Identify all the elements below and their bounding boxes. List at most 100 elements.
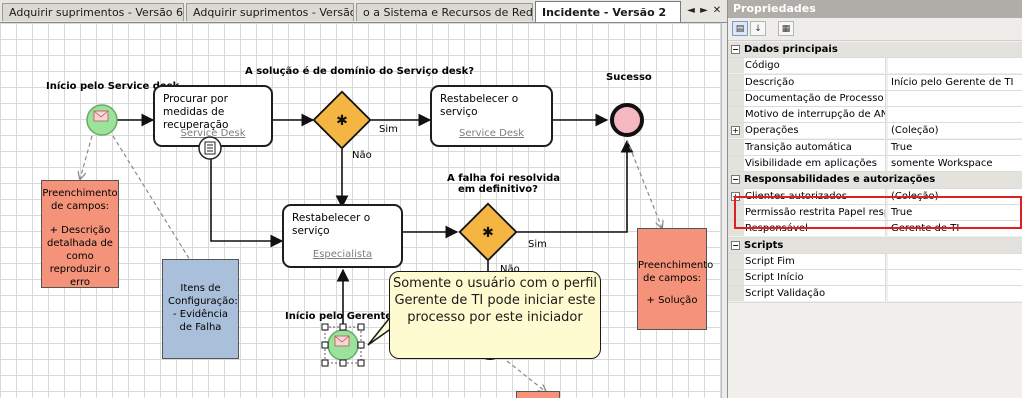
property-value[interactable]: True bbox=[888, 139, 1022, 155]
property-row[interactable]: Código bbox=[728, 58, 1022, 75]
property-name: Motivo de interrupção de ANS bbox=[744, 107, 886, 123]
property-row[interactable]: Motivo de interrupção de ANS bbox=[728, 107, 1022, 124]
note-partial[interactable] bbox=[516, 391, 560, 398]
note-preenchimento-descricao[interactable]: Preenchimento de campos: + Descrição det… bbox=[41, 180, 119, 288]
property-name: Descrição bbox=[744, 74, 886, 90]
note-body: Itens de Configuração: - Evidência de Fa… bbox=[168, 283, 238, 333]
diagram-canvas[interactable]: ✱ ✱ Início pelo Service desk A solução é… bbox=[0, 23, 721, 398]
property-value[interactable] bbox=[888, 286, 1022, 302]
property-name: Script Fim bbox=[744, 253, 886, 269]
document-tab-bar: Adquirir suprimentos - Versão 6 Adquirir… bbox=[0, 0, 727, 23]
task-restabelecer-service-desk[interactable]: Restabelecer o serviço Service Desk bbox=[430, 85, 553, 147]
tab-incidente-v2[interactable]: Incidente - Versão 2 bbox=[535, 1, 681, 22]
tab-adquirir-suprimentos-v6[interactable]: Adquirir suprimentos - Versão 6 bbox=[2, 3, 184, 21]
task-restabelecer-especialista[interactable]: Restabelecer o serviço Especialista bbox=[282, 204, 403, 268]
property-value[interactable]: Início pelo Gerente de TI bbox=[888, 74, 1022, 90]
tooltip-text: Somente o usuário com o perfil Gerente d… bbox=[392, 276, 598, 325]
gateway-2-label-line1: A falha foi resolvida bbox=[447, 173, 561, 184]
row-gutter bbox=[728, 270, 744, 286]
category-label: Scripts bbox=[744, 239, 784, 251]
alphabetical-icon[interactable]: ↓ bbox=[750, 21, 766, 36]
property-row[interactable]: Documentação de Processo bbox=[728, 90, 1022, 108]
gateway-dominio-service-desk[interactable]: ✱ bbox=[312, 90, 372, 150]
association-end2-note[interactable] bbox=[506, 360, 546, 392]
note-title: Preenchimento de campos: bbox=[42, 188, 118, 212]
flow-label-sim: Sim bbox=[528, 239, 547, 250]
tab-label: Incidente - Versão 2 bbox=[542, 6, 667, 19]
row-gutter bbox=[728, 156, 744, 172]
category-0[interactable]: − Dados principais bbox=[728, 42, 1022, 59]
association-end-note[interactable] bbox=[626, 139, 662, 228]
category-label: Responsabilidades e autorizações bbox=[744, 174, 936, 186]
gateway-star-icon: ✱ bbox=[336, 113, 348, 129]
property-pages-icon[interactable]: ▦ bbox=[778, 21, 794, 36]
category-1[interactable]: − Responsabilidades e autorizações bbox=[728, 172, 1022, 189]
task-title: Restabelecer o serviço bbox=[292, 212, 371, 237]
property-row[interactable]: Script Início bbox=[728, 270, 1022, 287]
row-gutter bbox=[728, 74, 744, 90]
row-gutter bbox=[728, 253, 744, 269]
flow-label-sim: Sim bbox=[379, 124, 398, 135]
panel-title: Propriedades bbox=[728, 0, 1022, 18]
association-start1-config[interactable] bbox=[112, 135, 191, 261]
note-preenchimento-solucao[interactable]: Preenchimento de campos: + Solução bbox=[637, 228, 714, 330]
note-body: + Solução bbox=[646, 295, 698, 306]
property-name: Transição automática bbox=[744, 139, 886, 155]
collapse-icon[interactable]: − bbox=[731, 175, 740, 185]
property-value[interactable] bbox=[888, 270, 1022, 286]
task-title: Procurar por medidas de recuperação bbox=[163, 93, 229, 131]
property-row[interactable]: Script Validação bbox=[728, 286, 1022, 303]
property-name: Documentação de Processo bbox=[744, 90, 886, 106]
property-value[interactable] bbox=[888, 90, 1022, 106]
tab-scroll-left-icon[interactable]: ◄ bbox=[684, 4, 698, 18]
property-value[interactable] bbox=[888, 253, 1022, 269]
end-event-label: Sucesso bbox=[606, 72, 652, 83]
task-role: Especialista bbox=[312, 249, 373, 260]
collapse-icon[interactable]: − bbox=[731, 45, 740, 54]
property-row[interactable]: Transição automática True bbox=[728, 139, 1022, 157]
task-role: Service Desk bbox=[459, 128, 524, 139]
property-row[interactable]: Visibilidade em aplicações somente Worksp… bbox=[728, 156, 1022, 173]
flow-task1-to-task3[interactable] bbox=[210, 159, 284, 248]
expand-icon[interactable]: + bbox=[731, 126, 740, 136]
close-tab-icon[interactable]: ✕ bbox=[710, 4, 724, 18]
tab-label: Adquirir suprimentos - Versão 5 bbox=[193, 6, 354, 19]
tooltip-callout: Somente o usuário com o perfil Gerente d… bbox=[389, 271, 601, 359]
row-gutter bbox=[728, 90, 744, 106]
tab-scroll-right-icon[interactable]: ► bbox=[697, 4, 711, 18]
gateway-falha-resolvida[interactable]: ✱ bbox=[458, 202, 518, 262]
categorized-icon[interactable]: ▤ bbox=[732, 21, 748, 36]
process-modeler-window: Adquirir suprimentos - Versão 6 Adquirir… bbox=[0, 0, 1022, 398]
property-value[interactable] bbox=[888, 58, 1022, 74]
property-name: Script Início bbox=[744, 270, 886, 286]
row-gutter bbox=[728, 107, 744, 123]
gateway-2-label-line2: em definitivo? bbox=[458, 184, 538, 195]
property-value[interactable]: somente Workspace bbox=[888, 156, 1022, 172]
end-event-sucesso[interactable] bbox=[610, 103, 644, 137]
tab-sistema-recursos-rede[interactable]: o a Sistema e Recursos de Rede - Ver bbox=[356, 3, 533, 21]
collapse-icon[interactable]: − bbox=[731, 240, 740, 250]
note-body: + Descrição detalhada de como reproduzir… bbox=[47, 225, 113, 288]
property-row[interactable]: Descrição Início pelo Gerente de TI bbox=[728, 74, 1022, 91]
gateway-1-label: A solução é de domínio do Serviço desk? bbox=[245, 66, 475, 77]
category-label: Dados principais bbox=[744, 44, 838, 55]
property-name: Código bbox=[744, 58, 886, 74]
property-row[interactable]: Script Fim bbox=[728, 253, 1022, 271]
association-start1-note[interactable] bbox=[80, 135, 93, 179]
note-itens-configuracao[interactable]: Itens de Configuração: - Evidência de Fa… bbox=[162, 259, 239, 359]
row-gutter bbox=[728, 286, 744, 302]
panel-toolbar: ▤ ↓ ▦ bbox=[728, 18, 1022, 41]
property-name: Operações bbox=[744, 123, 886, 139]
task-title: Restabelecer o serviço bbox=[440, 93, 519, 118]
tab-label: Adquirir suprimentos - Versão 6 bbox=[9, 6, 184, 19]
tab-adquirir-suprimentos-v5[interactable]: Adquirir suprimentos - Versão 5 bbox=[186, 3, 354, 21]
property-value[interactable]: (Coleção) bbox=[888, 123, 1022, 139]
highlight-box bbox=[734, 196, 1022, 229]
category-2[interactable]: − Scripts bbox=[728, 237, 1022, 254]
property-row[interactable]: + Operações (Coleção) bbox=[728, 123, 1022, 140]
tab-label: o a Sistema e Recursos de Rede - Ver bbox=[363, 6, 533, 19]
property-value[interactable] bbox=[888, 107, 1022, 123]
property-name: Script Validação bbox=[744, 286, 886, 302]
property-grid: − Dados principais Código Descrição Início p… bbox=[728, 42, 1022, 303]
note-title: Preenchimento de campos: bbox=[638, 260, 714, 284]
